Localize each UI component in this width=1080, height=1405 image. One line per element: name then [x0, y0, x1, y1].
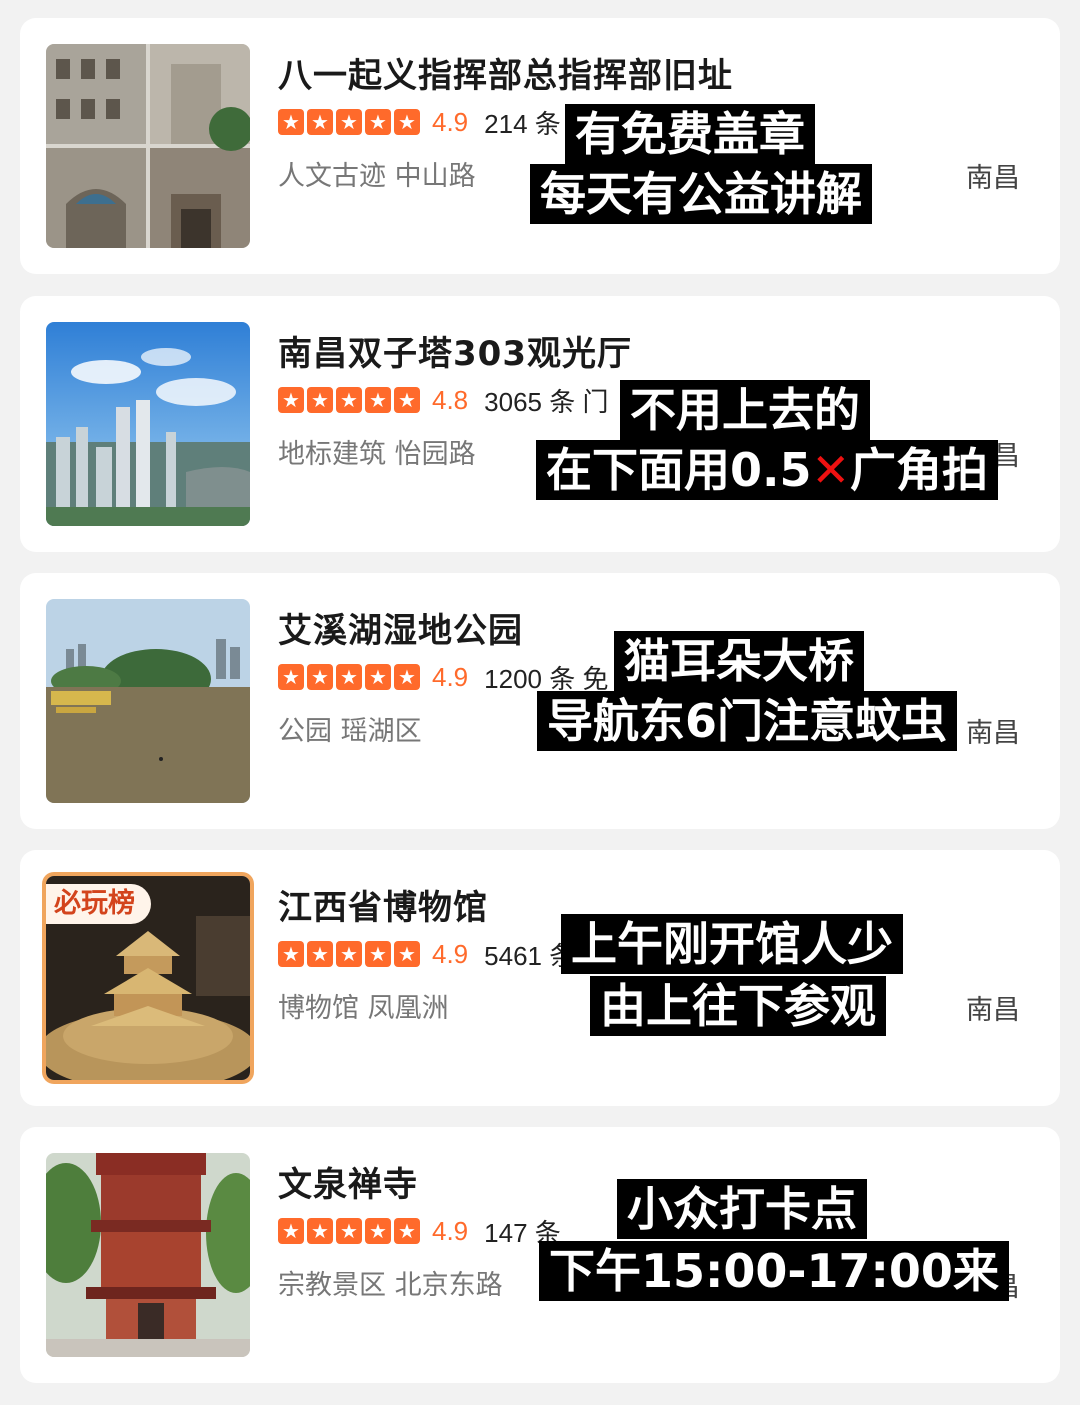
- rating-row: ★ ★ ★ ★ ★ 4.8 3065 条 门: [278, 384, 609, 417]
- spot-title[interactable]: 南昌双子塔303观光厅: [278, 326, 632, 375]
- star-icon: ★: [336, 109, 362, 135]
- star-icon: ★: [365, 941, 391, 967]
- rating-score: 4.9: [432, 1215, 469, 1246]
- spot-card-bayi[interactable]: 八一起义指挥部总指挥部旧址 ★ ★ ★ ★ ★ 4.9 214 条 人文古迹 中…: [20, 18, 1060, 274]
- spot-card-aixi-lake[interactable]: 艾溪湖湿地公园 ★ ★ ★ ★ ★ 4.9 1200 条 免 公园 瑶湖区 南昌…: [20, 573, 1060, 829]
- spot-city: 南昌: [966, 995, 1020, 1026]
- overlay-note: 上午刚开馆人少: [561, 914, 903, 974]
- spot-title[interactable]: 文泉禅寺: [278, 1157, 418, 1206]
- star-icon: ★: [278, 1218, 304, 1244]
- spot-card-twin-towers[interactable]: 南昌双子塔303观光厅 ★ ★ ★ ★ ★ 4.8 3065 条 门 地标建筑 …: [20, 296, 1060, 552]
- star-icon: ★: [278, 109, 304, 135]
- star-icon: ★: [394, 664, 420, 690]
- star-icon: ★: [307, 664, 333, 690]
- must-play-badge: 必玩榜: [46, 884, 151, 924]
- star-icon: ★: [365, 109, 391, 135]
- overlay-note: 有免费盖章: [565, 104, 815, 164]
- overlay-note: 由上往下参观: [590, 976, 886, 1036]
- spot-card-wenquan-temple[interactable]: 文泉禅寺 ★ ★ ★ ★ ★ 4.9 147 条 宗教景区 北京东路 南昌 小众…: [20, 1127, 1060, 1383]
- spot-tags: 地标建筑 怡园路: [278, 439, 476, 470]
- rating-score: 4.9: [432, 938, 469, 969]
- overlay-note-part: 广角拍: [850, 443, 989, 497]
- star-icon: ★: [278, 941, 304, 967]
- star-icon: ★: [307, 941, 333, 967]
- review-count: 214 条: [484, 108, 561, 139]
- star-rating: ★ ★ ★ ★ ★: [278, 387, 420, 413]
- rating-score: 4.9: [432, 661, 469, 692]
- lake-park-image: [46, 599, 250, 803]
- overlay-note: 猫耳朵大桥: [614, 631, 864, 691]
- star-icon: ★: [365, 387, 391, 413]
- spot-city: 南昌: [966, 718, 1020, 749]
- star-icon: ★: [394, 387, 420, 413]
- spot-title[interactable]: 八一起义指挥部总指挥部旧址: [278, 48, 733, 97]
- spot-thumbnail[interactable]: 必玩榜: [46, 876, 250, 1080]
- star-icon: ★: [394, 1218, 420, 1244]
- star-rating: ★ ★ ★ ★ ★: [278, 941, 420, 967]
- spot-title[interactable]: 艾溪湖湿地公园: [278, 603, 523, 652]
- overlay-note: 导航东6门注意蚊虫: [537, 691, 958, 751]
- spot-thumbnail[interactable]: [46, 44, 250, 248]
- star-icon: ★: [365, 664, 391, 690]
- overlay-note: 不用上去的: [620, 380, 870, 440]
- star-icon: ★: [278, 664, 304, 690]
- rating-row: ★ ★ ★ ★ ★ 4.9 1200 条 免: [278, 661, 609, 694]
- review-count: 3065 条 门: [484, 386, 609, 417]
- red-cross-mark-icon: ✕: [811, 443, 851, 497]
- overlay-note-part: 在下面用0.5: [546, 443, 812, 497]
- star-icon: ★: [336, 387, 362, 413]
- spot-tags: 公园 瑶湖区: [278, 716, 422, 747]
- rating-row: ★ ★ ★ ★ ★ 4.9 214 条: [278, 106, 561, 139]
- star-icon: ★: [307, 109, 333, 135]
- spot-thumbnail[interactable]: [46, 599, 250, 803]
- overlay-note: 下午15:00-17:00来: [539, 1241, 1009, 1301]
- star-icon: ★: [394, 109, 420, 135]
- star-icon: ★: [278, 387, 304, 413]
- star-icon: ★: [336, 664, 362, 690]
- temple-image: [46, 1153, 250, 1357]
- star-icon: ★: [336, 941, 362, 967]
- review-count: 1200 条 免: [484, 663, 609, 694]
- star-icon: ★: [336, 1218, 362, 1244]
- spot-tags: 宗教景区 北京东路: [278, 1270, 503, 1301]
- star-icon: ★: [307, 387, 333, 413]
- rating-score: 4.9: [432, 106, 469, 137]
- rating-row: ★ ★ ★ ★ ★ 4.9 147 条: [278, 1215, 561, 1248]
- scenic-spot-list: 八一起义指挥部总指挥部旧址 ★ ★ ★ ★ ★ 4.9 214 条 人文古迹 中…: [0, 0, 1080, 1405]
- star-icon: ★: [365, 1218, 391, 1244]
- star-rating: ★ ★ ★ ★ ★: [278, 1218, 420, 1244]
- spot-thumbnail[interactable]: [46, 1153, 250, 1357]
- spot-city: 南昌: [966, 163, 1020, 194]
- star-rating: ★ ★ ★ ★ ★: [278, 109, 420, 135]
- spot-card-jiangxi-museum[interactable]: 必玩榜 江西省博物馆 ★ ★ ★ ★ ★ 4.9 5461 条 博物馆 凤凰洲 …: [20, 850, 1060, 1106]
- overlay-note: 小众打卡点: [617, 1179, 867, 1239]
- spot-tags: 人文古迹 中山路: [278, 161, 476, 192]
- overlay-note: 在下面用0.5✕广角拍: [536, 440, 999, 500]
- star-icon: ★: [394, 941, 420, 967]
- overlay-note: 每天有公益讲解: [530, 164, 872, 224]
- rating-score: 4.8: [432, 384, 469, 415]
- star-icon: ★: [307, 1218, 333, 1244]
- spot-tags: 博物馆 凤凰洲: [278, 993, 449, 1024]
- spot-thumbnail[interactable]: [46, 322, 250, 526]
- building-collage-image: [46, 44, 250, 248]
- city-skyline-image: [46, 322, 250, 526]
- rating-row: ★ ★ ★ ★ ★ 4.9 5461 条: [278, 938, 575, 971]
- spot-title[interactable]: 江西省博物馆: [278, 880, 488, 929]
- star-rating: ★ ★ ★ ★ ★: [278, 664, 420, 690]
